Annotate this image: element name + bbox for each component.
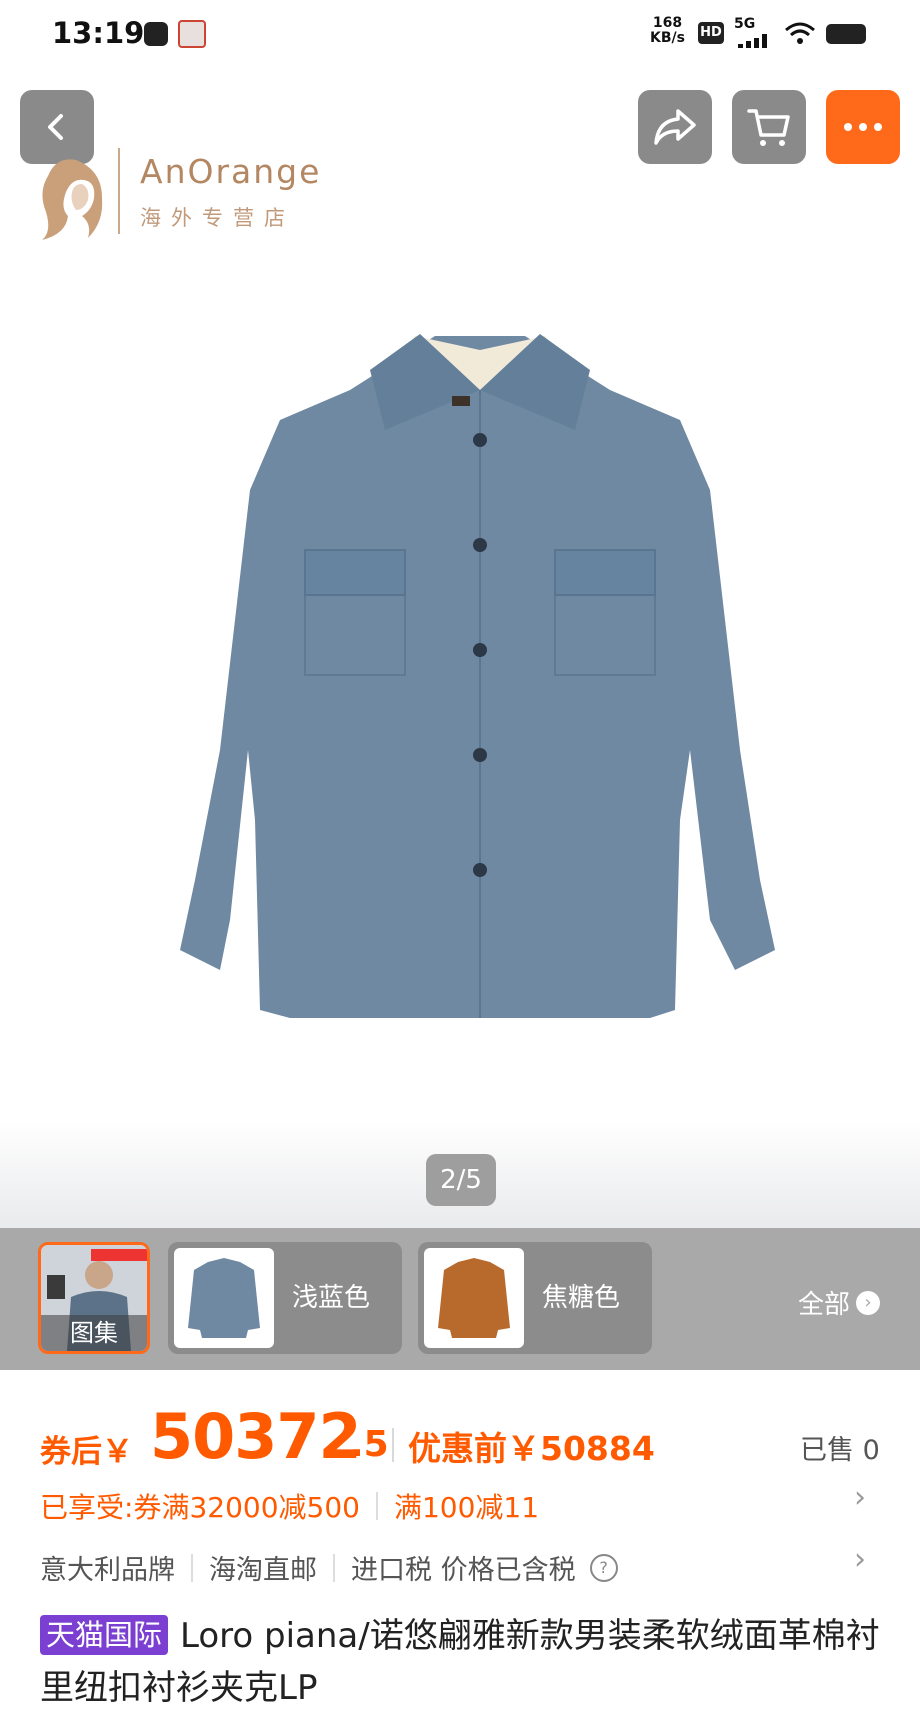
store-subtitle: 海外专营店 <box>140 206 295 230</box>
logo-divider <box>118 148 120 234</box>
app-notification-icon <box>178 20 206 48</box>
variant-thumbnail <box>174 1248 274 1348</box>
price-integer: 50372 <box>150 1400 362 1473</box>
chevron-right-icon[interactable]: › <box>854 1542 866 1577</box>
more-dots-icon <box>844 123 882 131</box>
all-variants-label: 全部 <box>798 1290 851 1320</box>
store-name: AnOrange <box>140 152 322 191</box>
product-image[interactable] <box>180 320 780 1040</box>
image-counter: 2/5 <box>426 1154 496 1206</box>
chevron-left-icon <box>48 114 63 140</box>
coupon-text: 券满32000减500 <box>133 1491 360 1524</box>
price-decimal: .5 <box>350 1424 389 1465</box>
price-before-discount: 优惠前￥50884 <box>408 1429 655 1468</box>
gallery-thumbnail[interactable]: 图集 <box>38 1242 150 1354</box>
notification-icon <box>144 22 168 46</box>
share-button[interactable] <box>638 90 712 164</box>
chevron-right-icon[interactable]: › <box>854 1480 866 1515</box>
shipping-method: 海淘直邮 <box>209 1555 317 1586</box>
tax-info: 进口税 价格已含税 <box>351 1555 576 1586</box>
signal-icon <box>738 34 767 48</box>
share-arrow-icon <box>654 109 696 145</box>
divider <box>392 1428 394 1462</box>
divider <box>333 1553 335 1582</box>
variant-label: 浅蓝色 <box>292 1283 371 1313</box>
variant-caramel[interactable]: 焦糖色 <box>418 1242 652 1354</box>
gallery-label: 图集 <box>41 1315 147 1351</box>
hd-badge: HD <box>698 22 724 44</box>
divider <box>191 1553 193 1582</box>
tmall-global-tag: 天猫国际 <box>40 1615 169 1655</box>
network-type: 5G <box>734 16 756 32</box>
variant-label: 焦糖色 <box>542 1283 621 1313</box>
wifi-icon <box>785 22 815 44</box>
promo-row[interactable]: 已享受: 券满32000减500 满100减11 <box>40 1486 539 1526</box>
network-speed-unit: KB/s <box>650 30 685 46</box>
cart-icon <box>747 109 790 146</box>
variant-thumbnail <box>424 1248 524 1348</box>
promo-tag <box>91 1249 147 1261</box>
info-row[interactable]: 意大利品牌 海淘直邮 进口税 价格已含税 ? <box>40 1548 618 1587</box>
promo-label: 已享受: <box>40 1491 134 1524</box>
help-icon[interactable]: ? <box>589 1553 618 1582</box>
all-variants-link[interactable]: 全部 › <box>798 1284 881 1321</box>
more-button[interactable] <box>826 90 900 164</box>
cart-button[interactable] <box>732 90 806 164</box>
product-title: 天猫国际 Loro piana/诺悠翩雅新款男装柔软绒面革棉衬里纽扣衬衫夹克LP <box>40 1610 880 1714</box>
chevron-right-icon: › <box>856 1290 881 1315</box>
discount-text: 满100减11 <box>393 1491 540 1524</box>
network-speed: 168 KB/s <box>650 16 685 46</box>
brand-origin: 意大利品牌 <box>40 1555 175 1586</box>
divider <box>375 1492 378 1520</box>
battery-icon <box>826 24 866 44</box>
store-logo-icon <box>42 159 103 240</box>
sold-count: 已售 0 <box>800 1435 880 1466</box>
network-speed-value: 168 <box>652 15 683 31</box>
status-time: 13:19 <box>52 16 145 50</box>
price-prefix: 券后￥ <box>40 1434 133 1470</box>
variant-light-blue[interactable]: 浅蓝色 <box>168 1242 402 1354</box>
